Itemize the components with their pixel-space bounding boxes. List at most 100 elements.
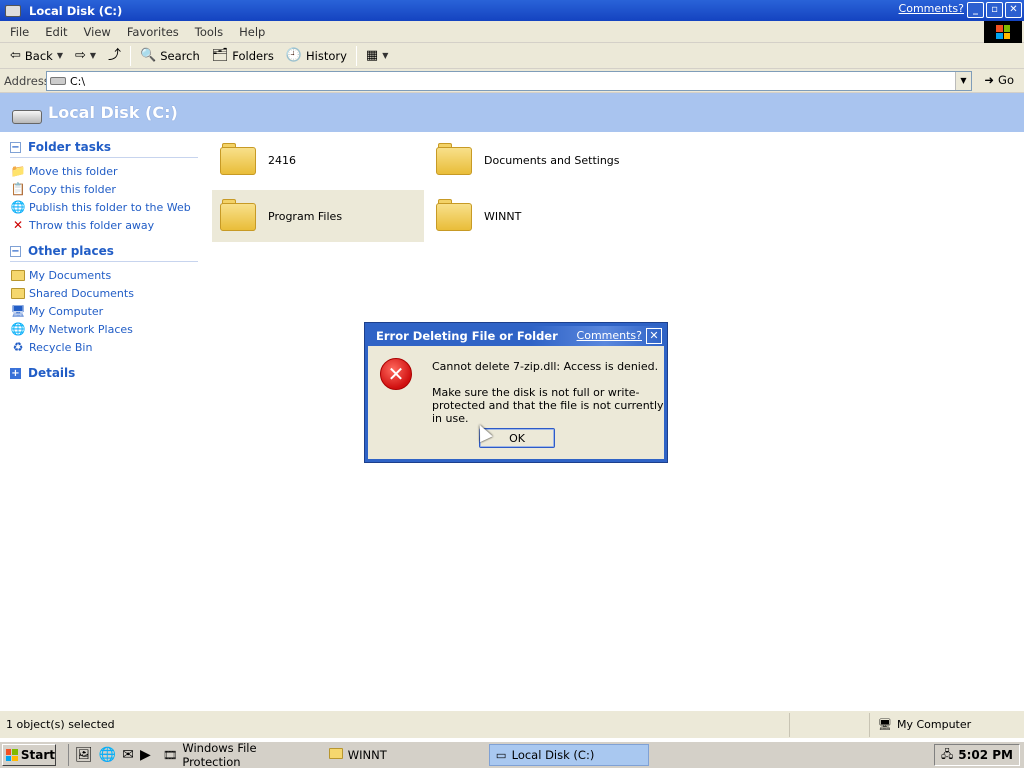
taskbar-item-active[interactable]: ▭ Local Disk (C:): [488, 744, 649, 766]
task-label: Copy this folder: [29, 182, 116, 196]
back-dropdown-icon[interactable]: ▼: [57, 51, 63, 60]
address-label: Address: [4, 73, 50, 88]
back-label: Back: [24, 48, 53, 63]
folder-item[interactable]: 2416: [212, 134, 424, 186]
error-message: Cannot delete 7-zip.dll: Access is denie…: [432, 360, 659, 373]
delete-x-icon: ✕: [12, 218, 24, 232]
quick-launch: 🖼 🌐 ✉ ▶: [68, 744, 151, 766]
dialog-close-button[interactable]: ✕: [646, 328, 662, 344]
folder-item[interactable]: WINNT: [428, 190, 640, 242]
address-value: C:\: [70, 74, 86, 88]
search-icon: 🔍: [140, 48, 157, 63]
folders-icon: 🗂: [211, 48, 229, 63]
go-button[interactable]: ➜ Go: [984, 73, 1014, 87]
folders-label: Folders: [232, 48, 274, 63]
minimize-button[interactable]: _: [967, 2, 984, 18]
search-button[interactable]: 🔍 Search: [134, 45, 206, 67]
other-places-header[interactable]: − Other places: [10, 244, 198, 262]
start-button[interactable]: Start: [2, 744, 56, 766]
task-label: Throw this folder away: [29, 218, 155, 232]
menu-favorites[interactable]: Favorites: [119, 25, 187, 39]
up-folder-button[interactable]: ⤴: [102, 45, 127, 67]
back-button[interactable]: ⇦ Back ▼: [4, 45, 69, 67]
folder-icon: [436, 199, 474, 233]
media-player-icon[interactable]: ▶: [140, 747, 151, 763]
windows-logo-icon: [984, 21, 1022, 43]
history-button[interactable]: 🕘 History: [280, 45, 353, 67]
history-label: History: [306, 48, 347, 63]
menu-view[interactable]: View: [76, 25, 119, 39]
folder-name: 2416: [268, 153, 296, 167]
folders-button[interactable]: 🗂 Folders: [206, 45, 280, 67]
folder-item-selected[interactable]: Program Files: [212, 190, 424, 242]
menu-edit[interactable]: Edit: [37, 25, 75, 39]
globe-icon: 🌐: [10, 200, 26, 214]
back-arrow-icon: ⇦: [10, 48, 21, 63]
file-protection-icon: 🎞: [162, 748, 178, 762]
forward-dropdown-icon[interactable]: ▼: [90, 51, 96, 60]
task-copy-folder[interactable]: 📋 Copy this folder: [10, 180, 200, 198]
place-network[interactable]: 🌐 My Network Places: [10, 320, 200, 338]
place-shared-documents[interactable]: Shared Documents: [10, 284, 200, 302]
error-dialog[interactable]: Error Deleting File or Folder Comments? …: [364, 322, 668, 463]
collapse-icon[interactable]: −: [10, 141, 21, 153]
folder-icon: [328, 748, 343, 762]
folder-header: Local Disk (C:): [0, 93, 1024, 132]
status-bar: 1 object(s) selected 🖥 My Computer: [0, 710, 1024, 738]
folder-tasks-header[interactable]: − Folder tasks: [10, 140, 198, 158]
other-places-title: Other places: [28, 244, 114, 258]
menu-help[interactable]: Help: [231, 25, 273, 39]
address-dropdown-icon[interactable]: ▼: [955, 72, 971, 90]
collapse-icon[interactable]: −: [10, 245, 21, 257]
task-move-folder[interactable]: 📁 Move this folder: [10, 162, 200, 180]
details-header[interactable]: + Details: [10, 366, 198, 383]
folder-tasks-title: Folder tasks: [28, 140, 111, 154]
forward-button[interactable]: ⇨ ▼: [69, 45, 102, 67]
expand-icon[interactable]: +: [10, 367, 21, 379]
search-label: Search: [160, 48, 200, 63]
clock[interactable]: 5:02 PM: [958, 748, 1013, 762]
error-detail: Make sure the disk is not full or write-…: [432, 386, 664, 425]
network-tray-icon[interactable]: 🖧: [941, 746, 953, 765]
dialog-comments-link[interactable]: Comments?: [577, 329, 642, 342]
computer-icon: 🖥: [878, 718, 892, 731]
internet-explorer-icon[interactable]: 🌐: [99, 747, 116, 763]
maximize-button[interactable]: ▫: [986, 2, 1003, 18]
place-label: Recycle Bin: [29, 340, 93, 354]
shared-folder-icon: [10, 286, 26, 300]
address-input[interactable]: C:\ ▼: [46, 71, 972, 91]
show-desktop-icon[interactable]: 🖼: [75, 747, 93, 763]
place-my-documents[interactable]: My Documents: [10, 266, 200, 284]
go-arrow-icon: ➜: [984, 73, 995, 87]
dialog-titlebar[interactable]: Error Deleting File or Folder Comments? …: [368, 326, 664, 346]
details-title: Details: [28, 366, 76, 380]
drive-icon: [50, 77, 66, 85]
place-recycle-bin[interactable]: ♻ Recycle Bin: [10, 338, 200, 356]
views-dropdown-icon[interactable]: ▼: [382, 51, 388, 60]
outlook-icon[interactable]: ✉: [122, 747, 134, 763]
taskbar-item[interactable]: 🎞 Windows File Protection: [157, 741, 317, 768]
task-label: Publish this folder to the Web: [29, 200, 191, 214]
task-publish-folder[interactable]: 🌐 Publish this folder to the Web: [10, 198, 200, 216]
drive-icon: ▭: [495, 748, 507, 762]
status-selection: 1 object(s) selected: [0, 712, 790, 737]
folder-name: WINNT: [484, 209, 522, 223]
toolbar-separator: [130, 45, 132, 66]
place-my-computer[interactable]: 🖥 My Computer: [10, 302, 200, 320]
toolbar: ⇦ Back ▼ ⇨ ▼ ⤴ 🔍 Search 🗂 Folders 🕘 Hist…: [0, 43, 1024, 69]
place-label: My Documents: [29, 268, 112, 282]
window-title: Local Disk (C:): [29, 3, 123, 18]
menu-file[interactable]: File: [2, 25, 37, 39]
place-label: My Network Places: [29, 322, 133, 336]
taskbar-item[interactable]: WINNT: [323, 744, 483, 766]
menu-tools[interactable]: Tools: [187, 25, 231, 39]
zone-label: My Computer: [896, 718, 972, 731]
comments-link[interactable]: Comments?: [899, 2, 964, 15]
window-titlebar[interactable]: Local Disk (C:) Comments? _ ▫ ✕: [0, 0, 1024, 21]
close-button[interactable]: ✕: [1005, 2, 1022, 18]
folder-item[interactable]: Documents and Settings: [428, 134, 640, 186]
views-button[interactable]: ▦ ▼: [360, 45, 394, 67]
local-disk-icon: [12, 109, 42, 124]
task-delete-folder[interactable]: ✕ Throw this folder away: [10, 216, 200, 234]
forward-arrow-icon: ⇨: [74, 48, 86, 63]
